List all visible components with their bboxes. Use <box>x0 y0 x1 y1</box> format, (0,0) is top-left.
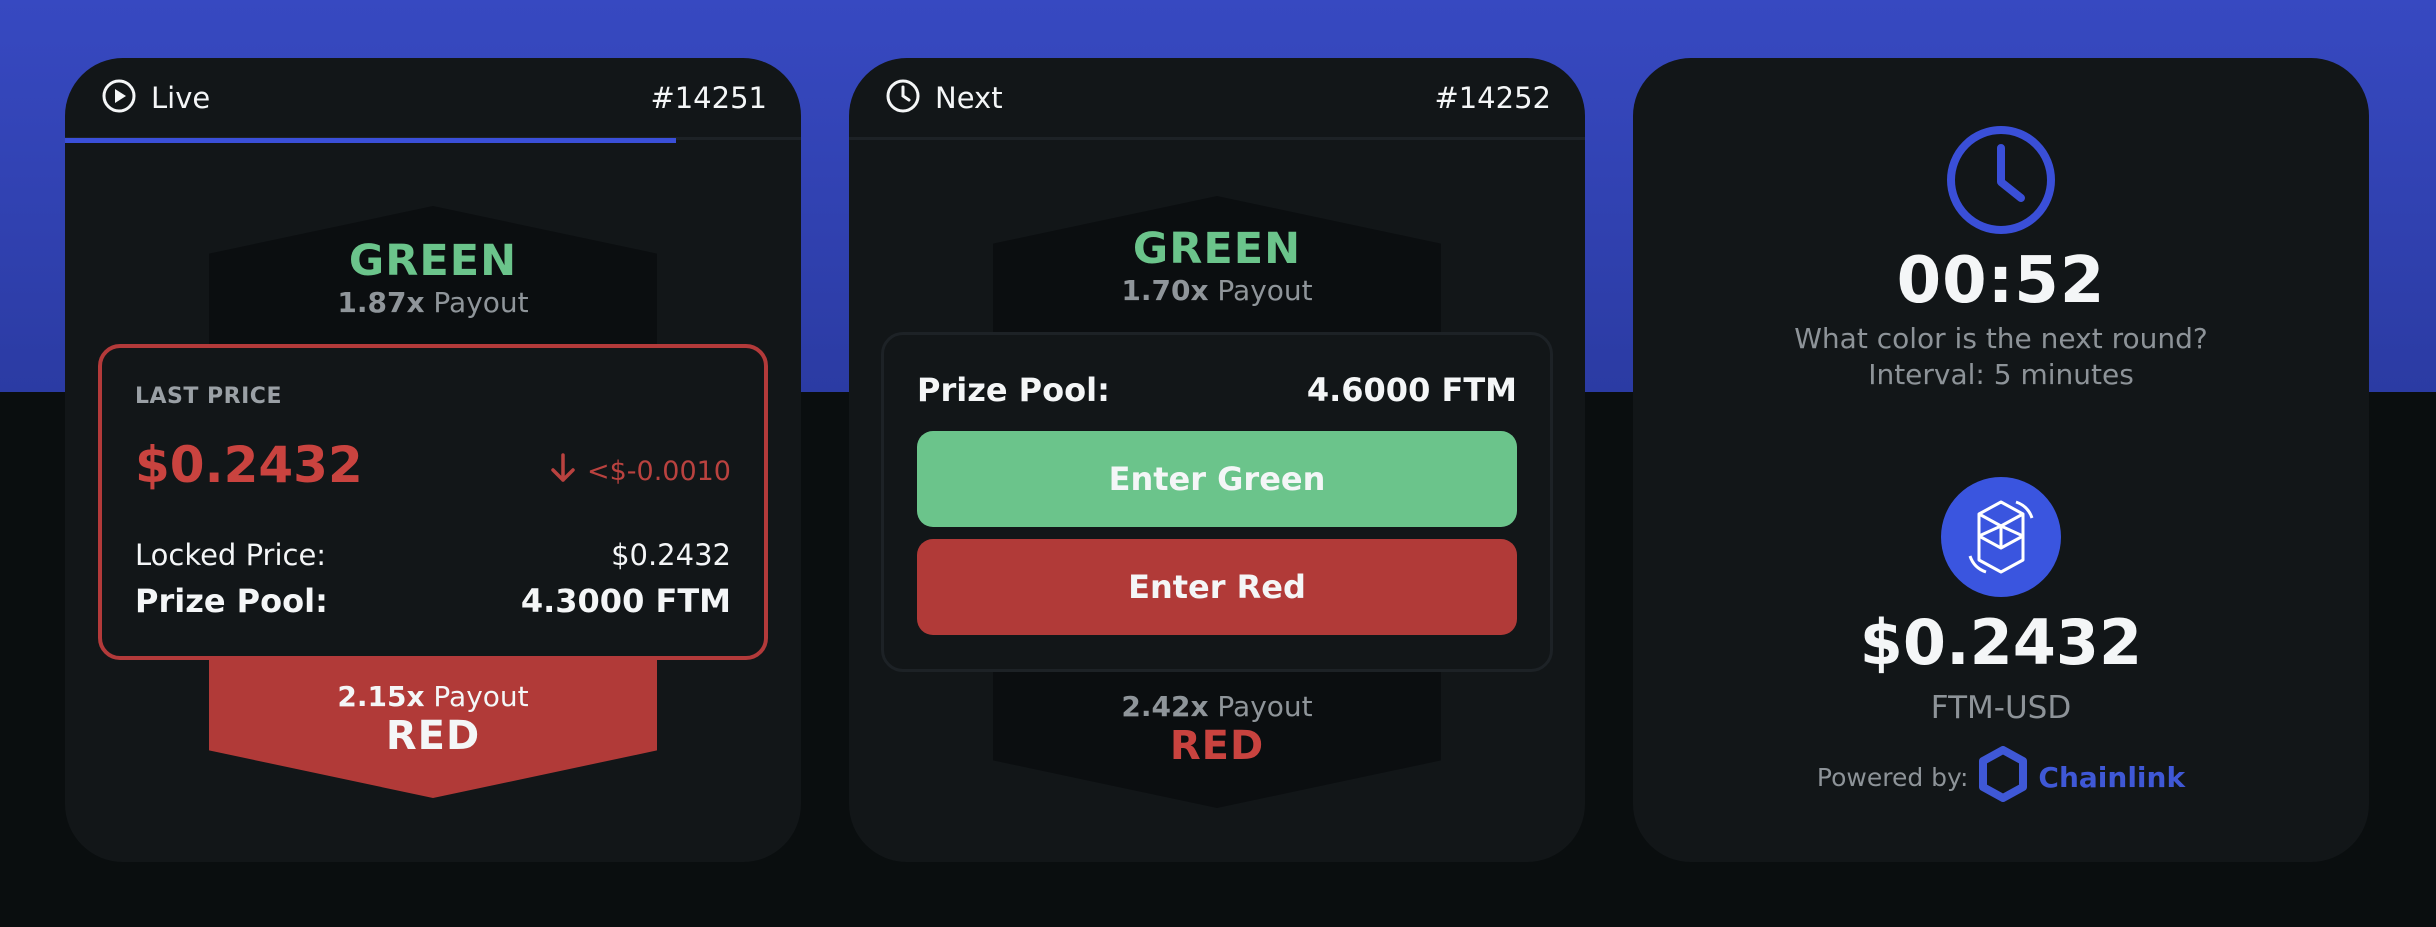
green-payout-block: GREEN 1.87x Payout <box>65 236 801 319</box>
prize-pool-value: 4.6000 FTM <box>1306 371 1517 409</box>
interval-text: Interval: 5 minutes <box>1868 358 2134 391</box>
live-prize-pool-row: Prize Pool: 4.3000 FTM <box>135 582 731 620</box>
live-status-label: Live <box>151 80 211 115</box>
red-multiplier: 2.15x <box>337 680 425 713</box>
price-change-value: <$-0.0010 <box>586 456 731 487</box>
red-label: RED <box>1169 723 1265 769</box>
green-payout-label: Payout <box>433 286 529 319</box>
green-label: GREEN <box>348 236 518 286</box>
last-price-value: $0.2432 <box>135 436 363 494</box>
live-status: Live <box>101 78 210 118</box>
live-card-header: Live #14251 <box>65 58 801 140</box>
next-card-header: Next #14252 <box>849 58 1585 140</box>
red-payout-label: Payout <box>1217 690 1313 723</box>
round-progress-bar <box>65 138 801 143</box>
price-change: <$-0.0010 <box>549 452 731 491</box>
next-round-id: #14252 <box>1434 80 1551 115</box>
countdown-timer: 00:52 <box>1896 244 2106 318</box>
green-payout-label: Payout <box>1217 274 1313 307</box>
chainlink-link[interactable]: Chainlink <box>2038 761 2185 794</box>
green-label: GREEN <box>1132 224 1302 274</box>
green-multiplier: 1.87x <box>337 286 425 319</box>
live-round-id: #14251 <box>650 80 767 115</box>
next-round-card: Next #14252 GREEN 1.70x Payout 2.42x Pay… <box>849 58 1585 862</box>
green-payout: 1.87x Payout <box>65 286 801 319</box>
locked-price-row: Locked Price: $0.2432 <box>135 538 731 572</box>
next-round-question: What color is the next round? <box>1794 322 2208 355</box>
powered-by: Powered by: Chainlink <box>1633 746 2369 808</box>
round-progress-fill <box>65 138 676 143</box>
red-payout-block: 2.42x Payout RED <box>849 690 1585 769</box>
play-circle-icon <box>101 78 137 118</box>
arrow-down-icon <box>549 452 577 491</box>
prize-pool-value: 4.3000 FTM <box>520 582 731 620</box>
prize-pool-label: Prize Pool: <box>135 582 328 620</box>
red-payout: 2.42x Payout <box>849 690 1585 723</box>
next-status-label: Next <box>935 80 1003 115</box>
red-payout: 2.15x Payout <box>65 680 801 713</box>
red-label: RED <box>385 713 481 759</box>
next-prize-pool-row: Prize Pool: 4.6000 FTM <box>917 371 1517 409</box>
live-round-card: Live #14251 GREEN 1.87x Payout 2.15x Pay… <box>65 58 801 862</box>
powered-by-label: Powered by: <box>1816 762 1969 792</box>
locked-price-label: Locked Price: <box>135 538 327 572</box>
green-payout-block: GREEN 1.70x Payout <box>849 224 1585 307</box>
current-price: $0.2432 <box>1859 606 2143 679</box>
enter-red-button[interactable]: Enter Red <box>917 539 1517 635</box>
prize-pool-label: Prize Pool: <box>917 371 1110 409</box>
trading-pair: FTM-USD <box>1930 690 2072 726</box>
enter-green-button[interactable]: Enter Green <box>917 431 1517 527</box>
info-card: 00:52 What color is the next round? Inte… <box>1633 58 2369 862</box>
green-multiplier: 1.70x <box>1121 274 1209 307</box>
locked-price-value: $0.2432 <box>611 538 731 572</box>
red-payout-label: Payout <box>433 680 529 713</box>
chainlink-icon <box>1978 746 2028 808</box>
red-multiplier: 2.42x <box>1121 690 1209 723</box>
enter-box: Prize Pool: 4.6000 FTM Enter Green Enter… <box>881 332 1553 672</box>
red-payout-block: 2.15x Payout RED <box>65 680 801 759</box>
fantom-icon <box>1633 476 2369 602</box>
last-price-label: LAST PRICE <box>135 384 282 409</box>
timer-clock-icon <box>1633 124 2369 240</box>
live-price-box: LAST PRICE $0.2432 <$-0.0010 Locked Pric… <box>98 344 768 660</box>
clock-icon <box>885 78 921 118</box>
next-status: Next <box>885 78 1003 118</box>
green-payout: 1.70x Payout <box>849 274 1585 307</box>
